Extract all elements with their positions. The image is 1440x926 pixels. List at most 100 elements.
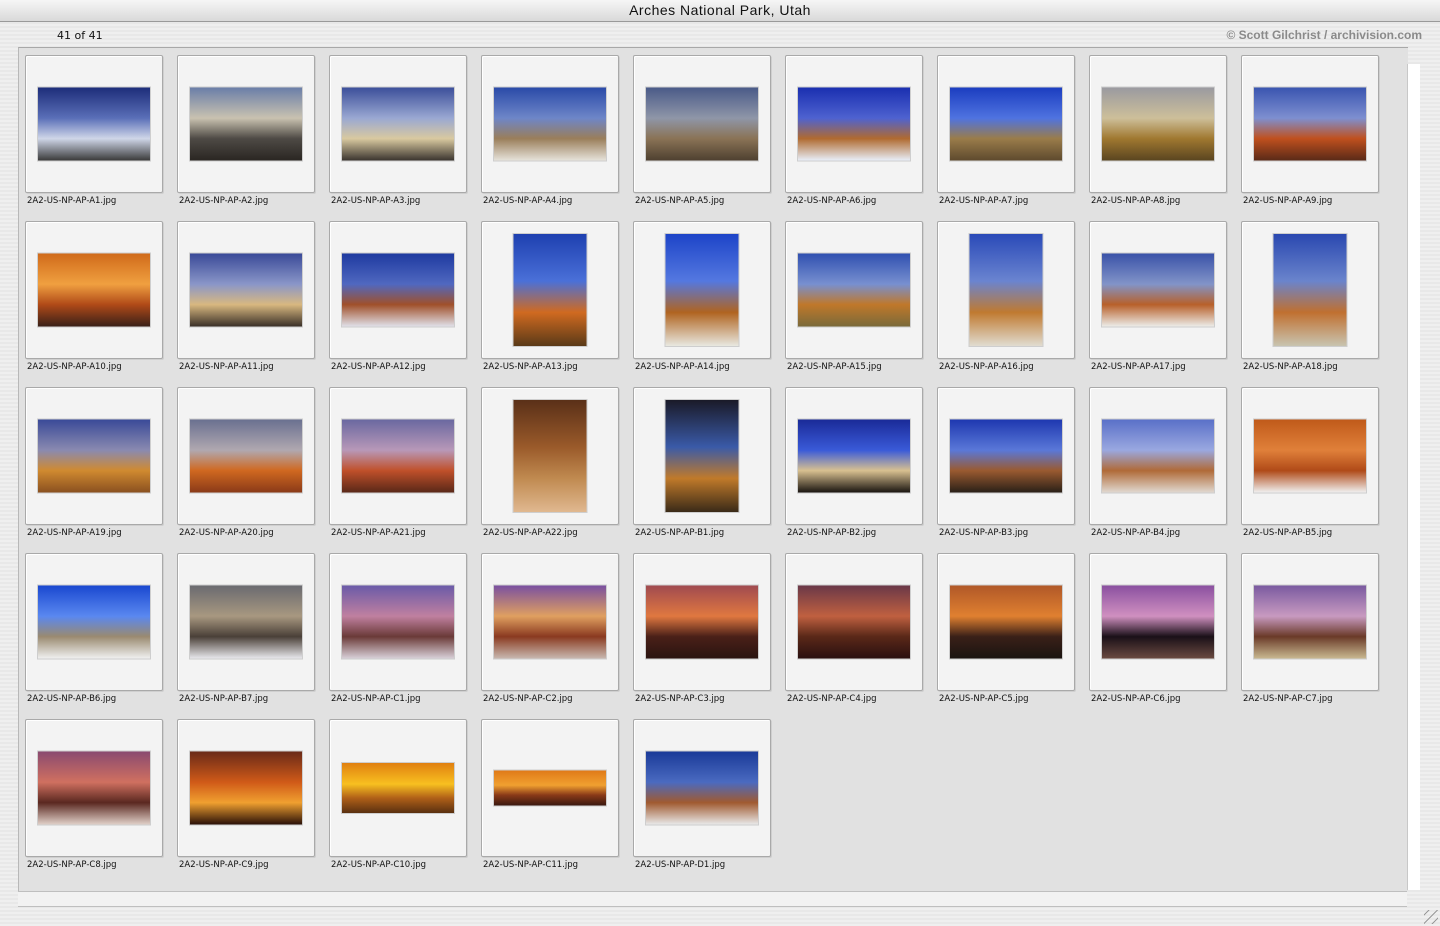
thumbnail-slot[interactable]: 2A2-US-NP-AP-C3.jpg xyxy=(627,546,771,706)
thumbnail-image[interactable] xyxy=(1102,87,1214,161)
thumbnail-slot[interactable]: 2A2-US-NP-AP-B2.jpg xyxy=(779,380,923,540)
thumbnail-image[interactable] xyxy=(646,751,758,825)
thumbnail-frame[interactable] xyxy=(481,55,619,193)
thumbnail-slot[interactable]: 2A2-US-NP-AP-A21.jpg xyxy=(323,380,467,540)
thumbnail-frame[interactable] xyxy=(1241,553,1379,691)
thumbnail-image[interactable] xyxy=(494,585,606,659)
thumbnail-frame[interactable] xyxy=(25,553,163,691)
thumbnail-frame[interactable] xyxy=(937,55,1075,193)
thumbnail-frame[interactable] xyxy=(633,387,771,525)
thumbnail-image[interactable] xyxy=(38,585,150,659)
thumbnail-frame[interactable] xyxy=(937,387,1075,525)
thumbnail-image[interactable] xyxy=(665,400,739,512)
thumbnail-slot[interactable]: 2A2-US-NP-AP-A10.jpg xyxy=(19,214,163,374)
thumbnail-image[interactable] xyxy=(969,234,1043,346)
thumbnail-image[interactable] xyxy=(190,419,302,493)
thumbnail-image[interactable] xyxy=(798,419,910,493)
thumbnail-image[interactable] xyxy=(798,585,910,659)
thumbnail-slot[interactable]: 2A2-US-NP-AP-C11.jpg xyxy=(475,712,619,872)
thumbnail-slot[interactable]: 2A2-US-NP-AP-B5.jpg xyxy=(1235,380,1379,540)
thumbnail-image[interactable] xyxy=(494,87,606,161)
thumbnail-slot[interactable]: 2A2-US-NP-AP-B7.jpg xyxy=(171,546,315,706)
thumbnail-slot[interactable]: 2A2-US-NP-AP-A2.jpg xyxy=(171,48,315,208)
thumbnail-frame[interactable] xyxy=(785,55,923,193)
thumbnail-image[interactable] xyxy=(342,253,454,327)
thumbnail-slot[interactable]: 2A2-US-NP-AP-A17.jpg xyxy=(1083,214,1227,374)
thumbnail-slot[interactable]: 2A2-US-NP-AP-A18.jpg xyxy=(1235,214,1379,374)
thumbnail-image[interactable] xyxy=(494,770,606,806)
thumbnail-slot[interactable]: 2A2-US-NP-AP-A4.jpg xyxy=(475,48,619,208)
thumbnail-slot[interactable]: 2A2-US-NP-AP-B4.jpg xyxy=(1083,380,1227,540)
thumbnail-frame[interactable] xyxy=(633,221,771,359)
thumbnail-slot[interactable]: 2A2-US-NP-AP-C7.jpg xyxy=(1235,546,1379,706)
thumbnail-frame[interactable] xyxy=(1089,221,1227,359)
thumbnail-image[interactable] xyxy=(950,87,1062,161)
thumbnail-image[interactable] xyxy=(190,751,302,825)
thumbnail-frame[interactable] xyxy=(329,719,467,857)
thumbnail-slot[interactable]: 2A2-US-NP-AP-A5.jpg xyxy=(627,48,771,208)
thumbnail-image[interactable] xyxy=(38,87,150,161)
thumbnail-slot[interactable]: 2A2-US-NP-AP-B1.jpg xyxy=(627,380,771,540)
thumbnail-frame[interactable] xyxy=(1089,387,1227,525)
thumbnail-frame[interactable] xyxy=(25,221,163,359)
thumbnail-frame[interactable] xyxy=(329,553,467,691)
thumbnail-image[interactable] xyxy=(798,253,910,327)
thumbnail-slot[interactable]: 2A2-US-NP-AP-D1.jpg xyxy=(627,712,771,872)
thumbnail-slot[interactable]: 2A2-US-NP-AP-A7.jpg xyxy=(931,48,1075,208)
thumbnail-slot[interactable]: 2A2-US-NP-AP-A22.jpg xyxy=(475,380,619,540)
horizontal-scrollbar[interactable] xyxy=(18,891,1407,907)
thumbnail-frame[interactable] xyxy=(25,55,163,193)
thumbnail-image[interactable] xyxy=(1102,419,1214,493)
thumbnail-image[interactable] xyxy=(1273,234,1347,346)
thumbnail-image[interactable] xyxy=(798,87,910,161)
thumbnail-image[interactable] xyxy=(342,585,454,659)
thumbnail-image[interactable] xyxy=(513,234,587,346)
thumbnail-image[interactable] xyxy=(646,585,758,659)
thumbnail-frame[interactable] xyxy=(1241,221,1379,359)
thumbnail-slot[interactable]: 2A2-US-NP-AP-A1.jpg xyxy=(19,48,163,208)
thumbnail-slot[interactable]: 2A2-US-NP-AP-A15.jpg xyxy=(779,214,923,374)
thumbnail-frame[interactable] xyxy=(481,553,619,691)
thumbnail-image[interactable] xyxy=(950,585,1062,659)
thumbnail-frame[interactable] xyxy=(633,553,771,691)
thumbnail-slot[interactable]: 2A2-US-NP-AP-A19.jpg xyxy=(19,380,163,540)
thumbnail-slot[interactable]: 2A2-US-NP-AP-A8.jpg xyxy=(1083,48,1227,208)
thumbnail-image[interactable] xyxy=(190,253,302,327)
thumbnail-frame[interactable] xyxy=(177,719,315,857)
thumbnail-slot[interactable]: 2A2-US-NP-AP-A20.jpg xyxy=(171,380,315,540)
thumbnail-frame[interactable] xyxy=(633,719,771,857)
thumbnail-slot[interactable]: 2A2-US-NP-AP-A11.jpg xyxy=(171,214,315,374)
thumbnail-frame[interactable] xyxy=(177,387,315,525)
thumbnail-frame[interactable] xyxy=(785,553,923,691)
thumbnail-slot[interactable]: 2A2-US-NP-AP-B6.jpg xyxy=(19,546,163,706)
thumbnail-frame[interactable] xyxy=(329,55,467,193)
thumbnail-frame[interactable] xyxy=(25,387,163,525)
thumbnail-image[interactable] xyxy=(1254,585,1366,659)
thumbnail-frame[interactable] xyxy=(937,553,1075,691)
thumbnail-image[interactable] xyxy=(38,419,150,493)
thumbnail-slot[interactable]: 2A2-US-NP-AP-A14.jpg xyxy=(627,214,771,374)
thumbnail-image[interactable] xyxy=(342,419,454,493)
thumbnail-image[interactable] xyxy=(665,234,739,346)
thumbnail-slot[interactable]: 2A2-US-NP-AP-A3.jpg xyxy=(323,48,467,208)
thumbnail-slot[interactable]: 2A2-US-NP-AP-C4.jpg xyxy=(779,546,923,706)
thumbnail-image[interactable] xyxy=(1254,87,1366,161)
thumbnail-frame[interactable] xyxy=(481,221,619,359)
thumbnail-image[interactable] xyxy=(1254,419,1366,493)
thumbnail-frame[interactable] xyxy=(177,55,315,193)
thumbnail-frame[interactable] xyxy=(329,221,467,359)
thumbnail-slot[interactable]: 2A2-US-NP-AP-A6.jpg xyxy=(779,48,923,208)
thumbnail-frame[interactable] xyxy=(177,221,315,359)
thumbnail-frame[interactable] xyxy=(1241,387,1379,525)
thumbnail-slot[interactable]: 2A2-US-NP-AP-A13.jpg xyxy=(475,214,619,374)
thumbnail-image[interactable] xyxy=(342,763,454,813)
thumbnail-image[interactable] xyxy=(1102,253,1214,327)
thumbnail-slot[interactable]: 2A2-US-NP-AP-C6.jpg xyxy=(1083,546,1227,706)
thumbnail-slot[interactable]: 2A2-US-NP-AP-C9.jpg xyxy=(171,712,315,872)
thumbnail-slot[interactable]: 2A2-US-NP-AP-C5.jpg xyxy=(931,546,1075,706)
thumbnail-frame[interactable] xyxy=(785,221,923,359)
thumbnail-frame[interactable] xyxy=(937,221,1075,359)
thumbnail-slot[interactable]: 2A2-US-NP-AP-B3.jpg xyxy=(931,380,1075,540)
thumbnail-frame[interactable] xyxy=(1241,55,1379,193)
thumbnail-image[interactable] xyxy=(38,751,150,825)
